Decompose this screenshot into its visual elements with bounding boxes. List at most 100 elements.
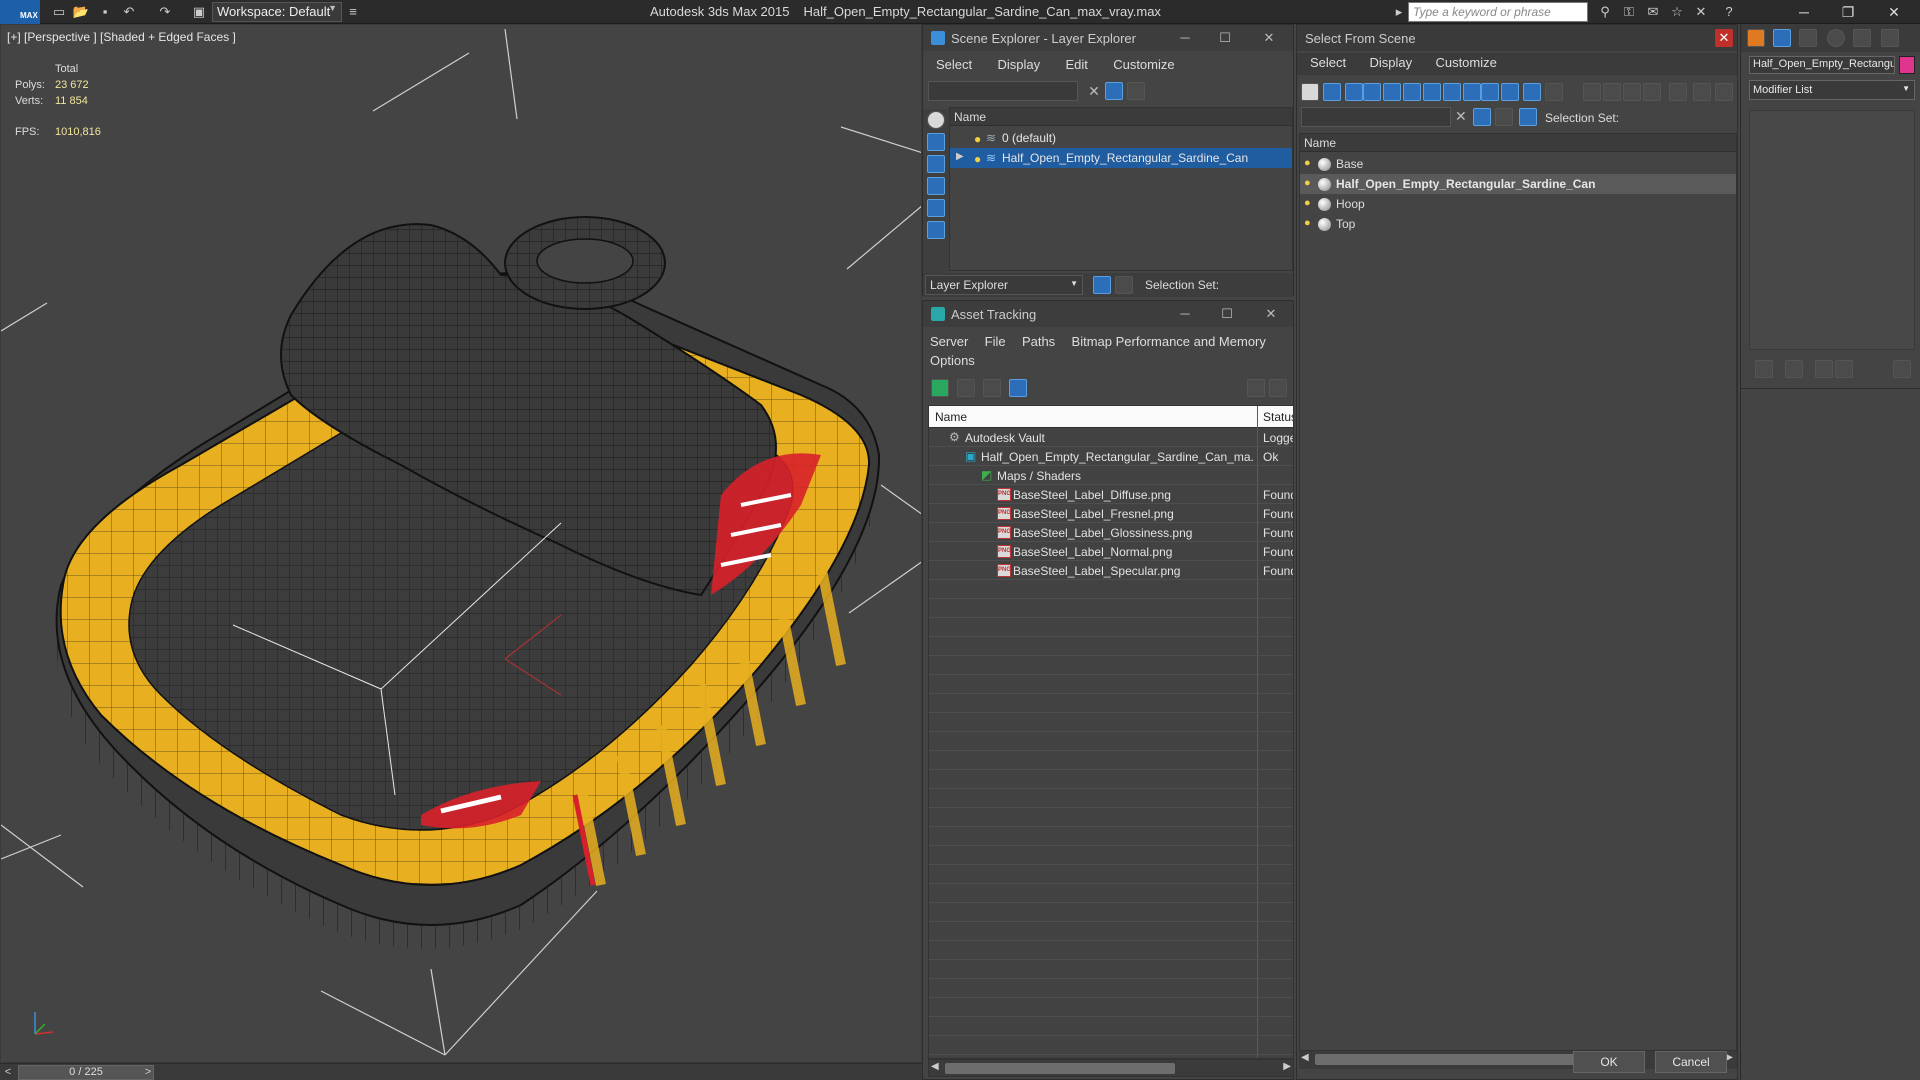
utilities-tab-icon[interactable] [1881,29,1899,47]
display-xrefs-icon[interactable] [1443,83,1461,101]
asset-row[interactable]: PNG BaseSteel_Label_Specular.png Found [929,561,1293,580]
object-row[interactable]: ● Hoop [1300,194,1736,214]
layers-icon[interactable] [1495,108,1513,126]
thumbnail-view-icon[interactable] [983,379,1001,397]
menu-display[interactable]: Display [1369,55,1412,70]
save-icon[interactable]: ▪ [96,3,114,21]
new-file-icon[interactable]: ▭ [50,3,68,21]
hierarchy-icon[interactable] [1519,108,1537,126]
light-bulb-icon[interactable]: ● [974,152,984,166]
column-header-name[interactable]: Name [950,108,1292,126]
display-lights-icon[interactable] [1345,83,1363,101]
menu-display[interactable]: Display [997,57,1040,72]
select-all-icon[interactable] [1623,83,1641,101]
redo-icon[interactable]: ↷ [156,3,174,21]
invert-display-icon[interactable] [1603,83,1621,101]
menu-server[interactable]: Server [930,334,968,349]
display-helpers-icon[interactable] [927,199,945,217]
display-helpers-icon[interactable] [1383,83,1401,101]
column-header-status[interactable]: Status [1263,410,1293,424]
scroll-right-icon[interactable]: ▶ [1283,1061,1291,1072]
restore-button[interactable]: ❐ [1834,2,1862,22]
horizontal-scrollbar[interactable]: ◀ ▶ [928,1059,1294,1077]
scroll-left-icon[interactable]: ◀ [931,1061,939,1072]
display-shapes-icon[interactable] [927,133,945,151]
object-color-swatch[interactable] [1899,56,1915,74]
motion-tab-icon[interactable] [1827,29,1845,47]
light-bulb-icon[interactable]: ● [1304,197,1311,209]
make-unique-icon[interactable] [1815,360,1833,378]
explorer-type-dropdown[interactable]: Layer Explorer ▼ [925,275,1083,295]
display-frozen-icon[interactable] [1501,83,1519,101]
layer-settings-icon[interactable] [1127,82,1145,100]
object-row[interactable]: ● Top [1300,214,1736,234]
display-lights-icon[interactable] [927,155,945,173]
display-all-icon[interactable] [1545,83,1563,101]
object-row[interactable]: ● Base [1300,154,1736,174]
menu-edit[interactable]: Edit [1065,57,1087,72]
clear-search-icon[interactable]: ✕ [1455,108,1467,125]
list-view-icon[interactable] [957,379,975,397]
column-header-name[interactable]: Name [935,410,967,424]
asset-tracking-title-bar[interactable]: Asset Tracking ─ ☐ ✕ [923,301,1293,327]
layer-explorer-icon[interactable] [1093,276,1111,294]
app-logo[interactable]: MAX [0,0,40,24]
display-geometry-icon[interactable] [1301,83,1319,101]
modify-tab-icon[interactable] [1773,29,1791,47]
configure-sets-icon[interactable] [1893,360,1911,378]
close-button[interactable]: ✕ [1259,305,1283,323]
object-row[interactable]: ● Half_Open_Empty_Rectangular_Sardine_Can [1300,174,1736,194]
key-icon[interactable]: ⚿ [1620,3,1638,21]
workspace-dropdown[interactable]: Workspace: Default ▼ [212,2,342,22]
filter-options-icon[interactable] [1693,83,1711,101]
light-bulb-icon[interactable]: ● [974,132,984,146]
light-bulb-icon[interactable]: ● [1304,157,1311,169]
exchange-icon[interactable]: ✕ [1692,3,1710,21]
cancel-button[interactable]: Cancel [1655,1051,1727,1073]
display-none-icon[interactable] [1583,83,1601,101]
sort-options-icon[interactable] [1715,83,1733,101]
time-slider[interactable]: 0 / 225 [18,1065,154,1080]
layer-row-default[interactable]: ● ≋ 0 (default) [950,128,1292,148]
close-button[interactable]: ✕ [1257,29,1281,47]
settings-icon[interactable] [1269,379,1287,397]
asset-row[interactable]: PNG BaseSteel_Label_Fresnel.png Found [929,504,1293,523]
minimize-button[interactable]: ─ [1790,2,1818,22]
show-end-result-icon[interactable] [1785,360,1803,378]
expand-arrow-icon[interactable]: ▶ [956,151,964,162]
object-name-field[interactable]: Half_Open_Empty_Rectangul [1749,56,1895,74]
project-folder-icon[interactable]: ▣ [190,3,208,21]
filter-icon[interactable] [1473,108,1491,126]
scene-explorer-search-input[interactable] [928,81,1078,101]
ok-button[interactable]: OK [1573,1051,1645,1073]
light-bulb-icon[interactable]: ● [1304,177,1311,189]
asset-row[interactable]: PNG BaseSteel_Label_Glossiness.png Found [929,523,1293,542]
menu-icon[interactable]: ≡ [344,3,362,21]
display-spacewarps-icon[interactable] [1403,83,1421,101]
menu-customize[interactable]: Customize [1435,55,1496,70]
close-button[interactable]: ✕ [1880,2,1908,22]
scene-explorer-title-bar[interactable]: Scene Explorer - Layer Explorer ─ ☐ ✕ [923,25,1293,51]
asset-row[interactable]: ⚙ Autodesk Vault Logged [929,428,1293,447]
minimize-button[interactable]: ─ [1173,305,1197,323]
table-view-icon[interactable] [1009,379,1027,397]
menu-options[interactable]: Options [930,353,975,368]
maximize-button[interactable]: ☐ [1215,305,1239,323]
modifier-list-dropdown[interactable]: Modifier List ▼ [1749,80,1915,100]
select-invert-icon[interactable] [1669,83,1687,101]
menu-select[interactable]: Select [936,57,972,72]
display-shapes-icon[interactable] [1323,83,1341,101]
display-bones-icon[interactable] [1463,83,1481,101]
asset-row[interactable]: ◩ Maps / Shaders [929,466,1293,485]
help-icon[interactable]: ? [1720,3,1738,21]
viewport-label[interactable]: [+] [Perspective ] [Shaded + Edged Faces… [7,30,236,44]
maximize-button[interactable]: ☐ [1213,29,1237,47]
display-groups-icon[interactable] [1423,83,1441,101]
hierarchy-tab-icon[interactable] [1799,29,1817,47]
menu-file[interactable]: File [985,334,1006,349]
asset-row[interactable]: PNG BaseSteel_Label_Diffuse.png Found [929,485,1293,504]
menu-customize[interactable]: Customize [1113,57,1174,72]
favorites-star-icon[interactable]: ☆ [1668,3,1686,21]
menu-paths[interactable]: Paths [1022,334,1055,349]
prev-frame-button[interactable]: < [0,1064,16,1080]
